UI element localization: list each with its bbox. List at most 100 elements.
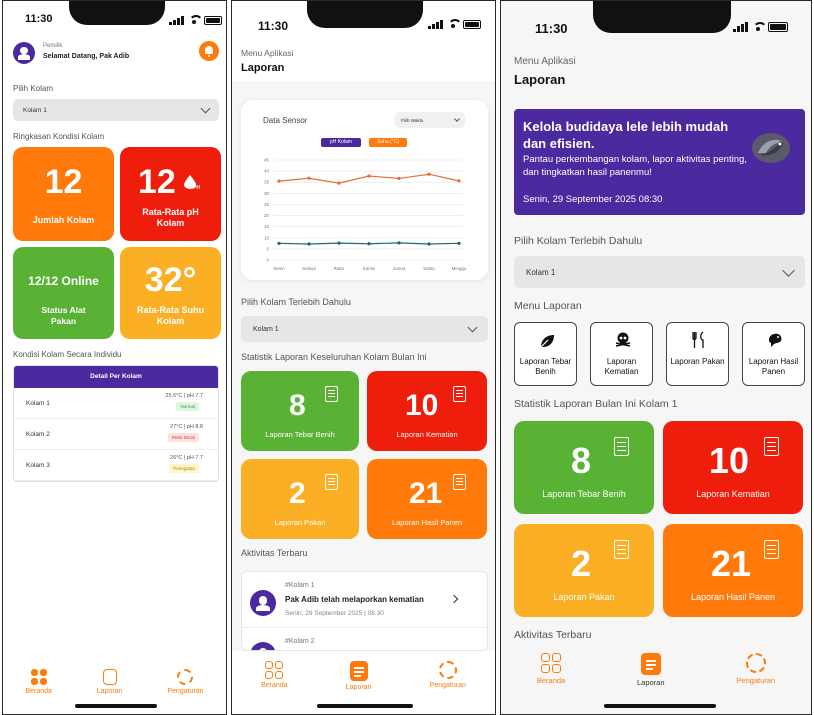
- individu-label: Kondisi Kolam Secara Individu: [13, 350, 122, 359]
- nav-laporan[interactable]: Laporan: [345, 661, 372, 691]
- card-status-alat[interactable]: 12/12 Online Status Alat Pakan: [13, 247, 114, 339]
- skull-icon: [614, 331, 632, 349]
- activity-item[interactable]: #Kolam 1 Pak Adib telah melaporkan kemat…: [242, 572, 487, 628]
- table-row[interactable]: Kolam 3 26°C | pH 7.7 Peringatan: [14, 450, 218, 481]
- status-label: Status Alat Pakan: [41, 305, 86, 326]
- ringkasan-label: Ringkasan Kondisi Kolam: [13, 132, 105, 141]
- menu-pakan-label: Laporan Pakan: [670, 357, 725, 366]
- grid-icon: [541, 653, 562, 673]
- data-point: [277, 179, 281, 183]
- menu-kematian-label: Laporan Kematian: [604, 357, 639, 376]
- menu-tebar-benih[interactable]: Laporan Tebar Benih: [514, 322, 577, 386]
- grid-icon: [30, 669, 47, 685]
- sensor-chart: 0 5 10 15 20 25 30 35 40 45 Senin Selasa Rabu Kamis Ju…: [264, 158, 467, 272]
- status-badge: Normal: [176, 402, 199, 411]
- document-icon: [453, 386, 466, 402]
- status-icons: [169, 15, 222, 25]
- nav-laporan[interactable]: Laporan: [637, 653, 665, 687]
- card-jumlah-kolam[interactable]: 12 Jumlah Kolam: [13, 147, 114, 241]
- table-row[interactable]: Kolam 1 25.6°C | pH 7.7 Normal: [14, 388, 218, 419]
- nav-beranda[interactable]: Beranda: [261, 661, 288, 689]
- aktivitas-label: Aktivitas Terbaru: [514, 629, 592, 641]
- nav-pengaturan-label: Pengaturan: [429, 682, 466, 689]
- suhu-label: Rata-Rata Suhu Kolam: [136, 305, 204, 327]
- home-indicator: [317, 704, 413, 708]
- avatar[interactable]: [13, 42, 35, 64]
- document-icon: [325, 386, 338, 402]
- notch: [307, 1, 423, 28]
- gear-icon: [177, 669, 194, 685]
- card-hasil-panen[interactable]: 21 Laporan Hasil Panen: [663, 524, 803, 617]
- nav-laporan-label: Laporan: [96, 688, 123, 695]
- document-icon: [614, 437, 629, 456]
- pakan-value: 2: [289, 477, 306, 510]
- gear-icon: [745, 653, 766, 673]
- nav-pengaturan-label: Pengaturan: [736, 676, 776, 685]
- leaf-icon: [539, 333, 555, 349]
- kolam-select[interactable]: Kolam 1: [13, 99, 219, 121]
- card-kematian[interactable]: 10 Laporan Kematian: [367, 371, 487, 451]
- kolam-select-value: Kolam 1: [526, 267, 556, 277]
- wifi-icon: [188, 15, 203, 25]
- menu-kematian[interactable]: Laporan Kematian: [590, 322, 653, 386]
- catfish-logo-icon: [750, 131, 792, 165]
- status-bar: 11:30: [501, 1, 811, 36]
- home-indicator: [75, 704, 157, 708]
- nav-laporan-label: Laporan: [637, 678, 665, 687]
- card-kematian[interactable]: 10 Laporan Kematian: [663, 421, 803, 514]
- document-icon: [640, 653, 661, 675]
- panen-label: Laporan Hasil Panen: [391, 518, 463, 527]
- x-tick-label: Selasa: [302, 266, 316, 271]
- y-tick-label: 35: [264, 180, 270, 185]
- status-value: 12/12 Online: [28, 274, 99, 288]
- status-badge: Peringatan: [169, 464, 199, 473]
- notch: [593, 1, 731, 33]
- card-tebar-benih[interactable]: 8 Laporan Tebar Benih: [514, 421, 654, 514]
- menu-panen-label: Laporan Hasil Panen: [748, 357, 799, 376]
- cutlery-icon: [691, 331, 707, 349]
- fish-icon: [766, 332, 784, 348]
- phone-laporan-kolam: 11:30 Menu Aplikasi Laporan Kelola budid…: [500, 0, 812, 715]
- avatar: [250, 590, 276, 616]
- kolam-reading: 26°C | pH 7.7: [170, 455, 203, 461]
- document-icon: [453, 474, 466, 490]
- kolam-select[interactable]: Kolam 1: [514, 256, 805, 288]
- card-hasil-panen[interactable]: 21 Laporan Hasil Panen: [367, 459, 487, 539]
- ph-label: Rata-Rata pH Kolam: [142, 207, 199, 229]
- page-title: Laporan: [514, 72, 566, 87]
- kolam-select[interactable]: Kolam 1: [241, 316, 488, 342]
- nav-laporan-label: Laporan: [345, 684, 372, 691]
- nav-laporan[interactable]: Laporan: [96, 669, 123, 695]
- chevron-right-icon: [449, 594, 459, 604]
- card-suhu-kolam[interactable]: 32° Rata-Rata Suhu Kolam: [120, 247, 221, 339]
- status-bar: 11:30: [3, 1, 226, 35]
- menu-hasil-panen[interactable]: Laporan Hasil Panen: [742, 322, 805, 386]
- table-row[interactable]: Kolam 2 27°C | pH 8.8 Perlu Dicek: [14, 419, 218, 450]
- tebar-label: Laporan Tebar Benih: [542, 489, 626, 499]
- nav-beranda[interactable]: Beranda: [25, 669, 52, 695]
- y-tick-label: 20: [264, 213, 270, 218]
- status-bar: 11:30: [232, 1, 495, 35]
- activity-kolam: #Kolam 1: [285, 582, 315, 589]
- phone-dashboard: 11:30 Pemilik Selamat Datang, Pak Adib P…: [2, 0, 227, 715]
- nav-pengaturan[interactable]: Pengaturan: [736, 653, 775, 685]
- card-ph-kolam[interactable]: 12 PH Rata-Rata pH Kolam: [120, 147, 221, 241]
- data-point: [427, 242, 431, 246]
- card-pakan[interactable]: 2 Laporan Pakan: [514, 524, 654, 617]
- menu-pakan[interactable]: Laporan Pakan: [666, 322, 729, 386]
- kematian-label: Laporan Kematian: [396, 430, 458, 439]
- bottom-nav: Beranda Laporan Pengaturan: [501, 653, 811, 687]
- card-pakan[interactable]: 2 Laporan Pakan: [241, 459, 359, 539]
- nav-pengaturan[interactable]: Pengaturan: [167, 669, 204, 695]
- card-tebar-benih[interactable]: 8 Laporan Tebar Benih: [241, 371, 359, 451]
- nav-beranda[interactable]: Beranda: [537, 653, 565, 685]
- jumlah-value: 12: [44, 163, 83, 201]
- bell-icon[interactable]: [199, 41, 219, 61]
- y-tick-label: 5: [266, 246, 269, 251]
- activity-kolam: #Kolam 2: [285, 638, 315, 645]
- activity-item[interactable]: #Kolam 2: [242, 628, 487, 650]
- nav-pengaturan[interactable]: Pengaturan: [430, 661, 466, 689]
- x-tick-label: Kamis: [363, 266, 376, 271]
- y-tick-label: 10: [264, 235, 270, 240]
- bottom-nav: Beranda Laporan Pengaturan: [3, 669, 226, 695]
